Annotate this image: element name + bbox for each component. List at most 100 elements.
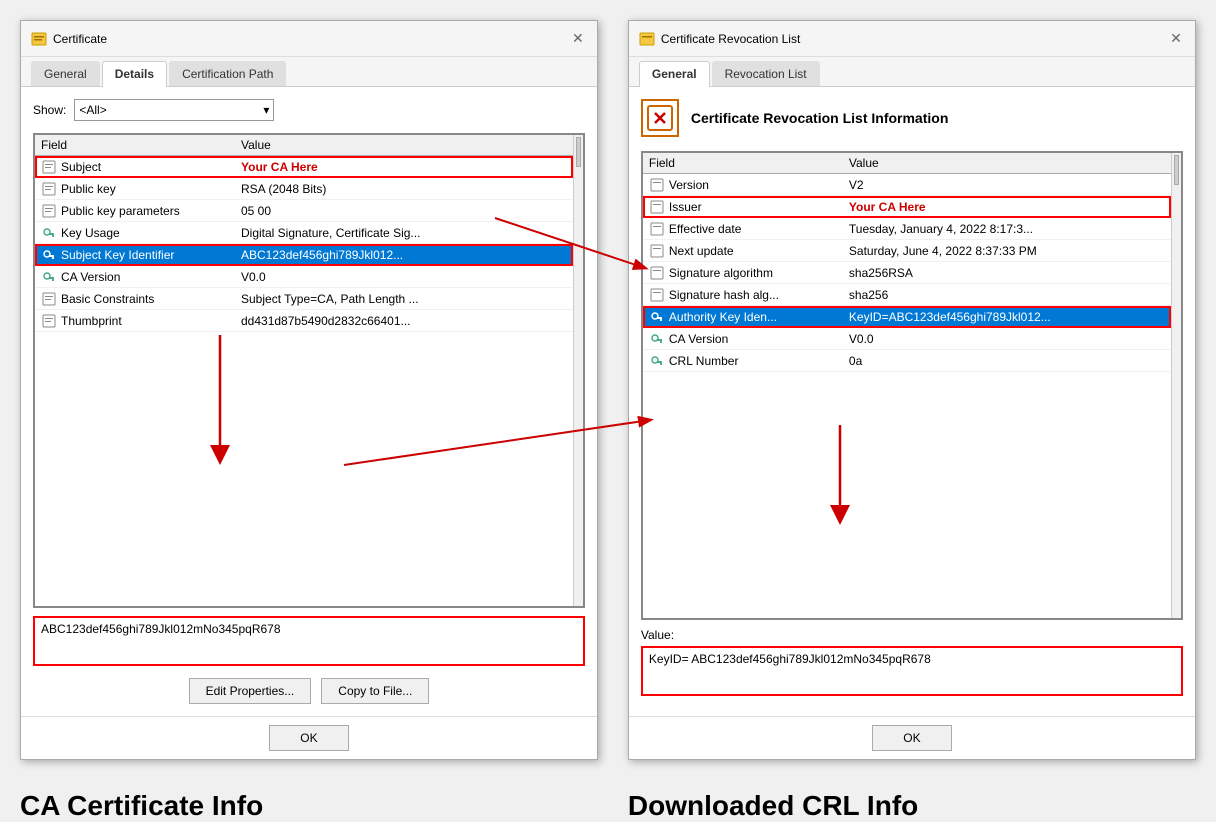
table-row[interactable]: Version V2: [643, 174, 1171, 196]
row-icon: [649, 177, 665, 193]
row-field-value: Digital Signature, Certificate Sig...: [241, 226, 567, 240]
table-row[interactable]: Public key parameters 05 00: [35, 200, 573, 222]
row-field-value: Tuesday, January 4, 2022 8:17:3...: [849, 222, 1165, 236]
row-field-value: Your CA Here: [241, 160, 567, 174]
row-field-name: Subject: [61, 160, 241, 174]
table-row[interactable]: CRL Number 0a: [643, 350, 1171, 372]
right-ok-row: OK: [629, 716, 1195, 759]
right-table-body[interactable]: Version V2 Issuer Your CA Here: [643, 174, 1171, 618]
row-field-value: sha256RSA: [849, 266, 1165, 280]
row-field-value: RSA (2048 Bits): [241, 182, 567, 196]
table-row[interactable]: Authority Key Iden... KeyID=ABC123def456…: [643, 306, 1171, 328]
certificate-close-button[interactable]: ✕: [569, 30, 587, 48]
left-ok-row: OK: [21, 716, 597, 759]
table-row[interactable]: CA Version V0.0: [643, 328, 1171, 350]
row-field-value: 05 00: [241, 204, 567, 218]
row-icon: [649, 265, 665, 281]
crl-close-button[interactable]: ✕: [1167, 30, 1185, 48]
row-field-name: Basic Constraints: [61, 292, 241, 306]
row-icon: [41, 247, 57, 263]
right-col-field-header: Field: [649, 156, 849, 170]
right-scrollbar[interactable]: [1171, 153, 1181, 618]
right-value-box: KeyID= ABC123def456ghi789Jkl012mNo345pqR…: [641, 646, 1183, 696]
crl-info-title: Certificate Revocation List Information: [691, 110, 948, 126]
annotation-right: Downloaded CRL Info: [628, 790, 1196, 822]
table-row[interactable]: Signature hash alg... sha256: [643, 284, 1171, 306]
certificate-tabs: General Details Certification Path: [21, 57, 597, 87]
table-row[interactable]: Next update Saturday, June 4, 2022 8:37:…: [643, 240, 1171, 262]
row-field-name: CRL Number: [669, 354, 849, 368]
tab-general-right[interactable]: General: [639, 61, 710, 87]
row-field-name: Issuer: [669, 200, 849, 214]
left-table-body[interactable]: Subject Your CA Here Public key RSA (204…: [35, 156, 573, 606]
row-field-value: KeyID=ABC123def456ghi789Jkl012...: [849, 310, 1165, 324]
row-icon: [41, 269, 57, 285]
row-icon: [649, 309, 665, 325]
table-row[interactable]: Effective date Tuesday, January 4, 2022 …: [643, 218, 1171, 240]
row-field-value: Your CA Here: [849, 200, 1165, 214]
row-icon: [649, 353, 665, 369]
right-ok-button[interactable]: OK: [872, 725, 952, 751]
crl-title-bar: Certificate Revocation List ✕: [629, 21, 1195, 57]
table-row[interactable]: Key Usage Digital Signature, Certificate…: [35, 222, 573, 244]
annotation-left: CA Certificate Info: [20, 790, 598, 822]
copy-to-file-button[interactable]: Copy to File...: [321, 678, 429, 704]
row-field-name: Effective date: [669, 222, 849, 236]
certificate-window: Certificate ✕ General Details Certificat…: [20, 20, 598, 760]
table-row[interactable]: Basic Constraints Subject Type=CA, Path …: [35, 288, 573, 310]
row-icon: [649, 243, 665, 259]
row-icon: [41, 181, 57, 197]
row-field-value: ABC123def456ghi789Jkl012...: [241, 248, 567, 262]
table-row[interactable]: Thumbprint dd431d87b5490d2832c66401...: [35, 310, 573, 332]
crl-info-header: Certificate Revocation List Information: [641, 99, 1183, 137]
show-row: Show: <All> ▾: [33, 99, 585, 121]
edit-properties-button[interactable]: Edit Properties...: [189, 678, 312, 704]
row-field-value: V2: [849, 178, 1165, 192]
left-col-value-header: Value: [241, 138, 567, 152]
table-row[interactable]: CA Version V0.0: [35, 266, 573, 288]
row-field-value: sha256: [849, 288, 1165, 302]
row-icon: [41, 203, 57, 219]
row-field-name: CA Version: [61, 270, 241, 284]
crl-icon: [641, 99, 679, 137]
show-label: Show:: [33, 103, 66, 117]
table-row[interactable]: Public key RSA (2048 Bits): [35, 178, 573, 200]
crl-window-icon: [639, 31, 655, 47]
certificate-title: Certificate: [53, 32, 107, 46]
left-ok-button[interactable]: OK: [269, 725, 349, 751]
table-row[interactable]: Subject Your CA Here: [35, 156, 573, 178]
table-row[interactable]: Issuer Your CA Here: [643, 196, 1171, 218]
row-field-name: Subject Key Identifier: [61, 248, 241, 262]
show-dropdown[interactable]: <All> ▾: [74, 99, 274, 121]
row-field-name: Next update: [669, 244, 849, 258]
table-row[interactable]: Signature algorithm sha256RSA: [643, 262, 1171, 284]
tab-general-left[interactable]: General: [31, 61, 100, 86]
row-field-value: dd431d87b5490d2832c66401...: [241, 314, 567, 328]
row-field-value: V0.0: [849, 332, 1165, 346]
row-field-name: Public key: [61, 182, 241, 196]
right-table-header: Field Value: [643, 153, 1171, 174]
row-field-name: Signature hash alg...: [669, 288, 849, 302]
row-field-value: V0.0: [241, 270, 567, 284]
left-scrollbar[interactable]: [573, 135, 583, 606]
crl-tabs: General Revocation List: [629, 57, 1195, 87]
row-icon: [41, 313, 57, 329]
row-field-name: Version: [669, 178, 849, 192]
right-field-table: Field Value Version V2: [641, 151, 1183, 620]
row-icon: [41, 225, 57, 241]
row-icon: [649, 199, 665, 215]
row-field-name: Thumbprint: [61, 314, 241, 328]
row-icon: [41, 159, 57, 175]
table-row[interactable]: Subject Key Identifier ABC123def456ghi78…: [35, 244, 573, 266]
dropdown-arrow-icon: ▾: [263, 103, 269, 117]
certificate-title-bar: Certificate ✕: [21, 21, 597, 57]
tab-details[interactable]: Details: [102, 61, 167, 87]
tab-certification-path[interactable]: Certification Path: [169, 61, 286, 86]
left-table-header: Field Value: [35, 135, 573, 156]
row-field-name: CA Version: [669, 332, 849, 346]
row-icon: [649, 331, 665, 347]
row-field-value: Subject Type=CA, Path Length ...: [241, 292, 567, 306]
annotations: CA Certificate Info Downloaded CRL Info: [0, 780, 1216, 822]
tab-revocation-list[interactable]: Revocation List: [712, 61, 820, 86]
right-col-value-header: Value: [849, 156, 1165, 170]
